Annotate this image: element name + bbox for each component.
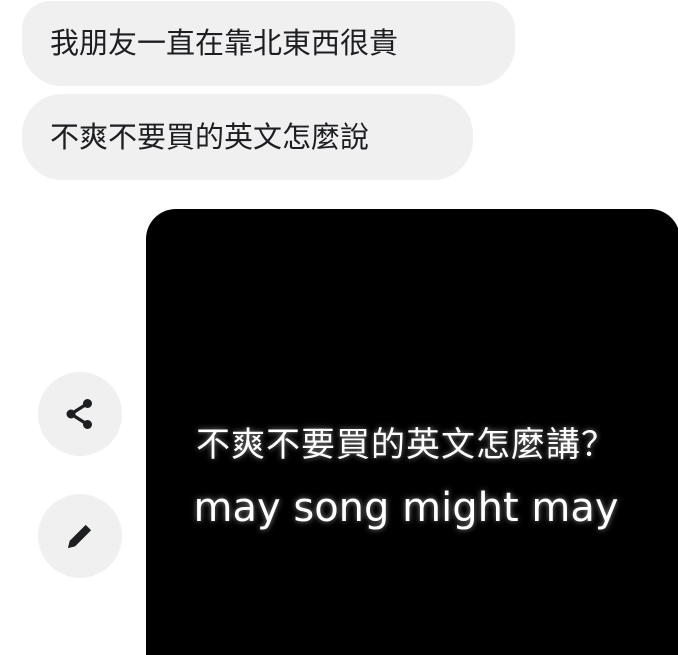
media-caption-line2: may song might may: [193, 485, 619, 531]
message-text: 我朋友一直在靠北東西很貴: [50, 26, 399, 60]
message-bubble[interactable]: 我朋友一直在靠北東西很貴: [22, 1, 515, 86]
share-button[interactable]: [38, 372, 122, 456]
media-caption-line1: 不爽不要買的英文怎麼講？: [196, 425, 616, 465]
message-bubble[interactable]: 不爽不要買的英文怎麼說: [22, 94, 473, 180]
chat-thread: 我朋友一直在靠北東西很貴 不爽不要買的英文怎麼說 不爽不要買的英文怎麼講？ ma…: [0, 0, 678, 655]
pencil-icon: [68, 524, 92, 548]
media-attachment[interactable]: 不爽不要買的英文怎麼講？ may song might may: [146, 209, 678, 655]
share-icon: [66, 399, 92, 429]
edit-button[interactable]: [38, 494, 122, 578]
message-text: 不爽不要買的英文怎麼說: [50, 119, 370, 154]
